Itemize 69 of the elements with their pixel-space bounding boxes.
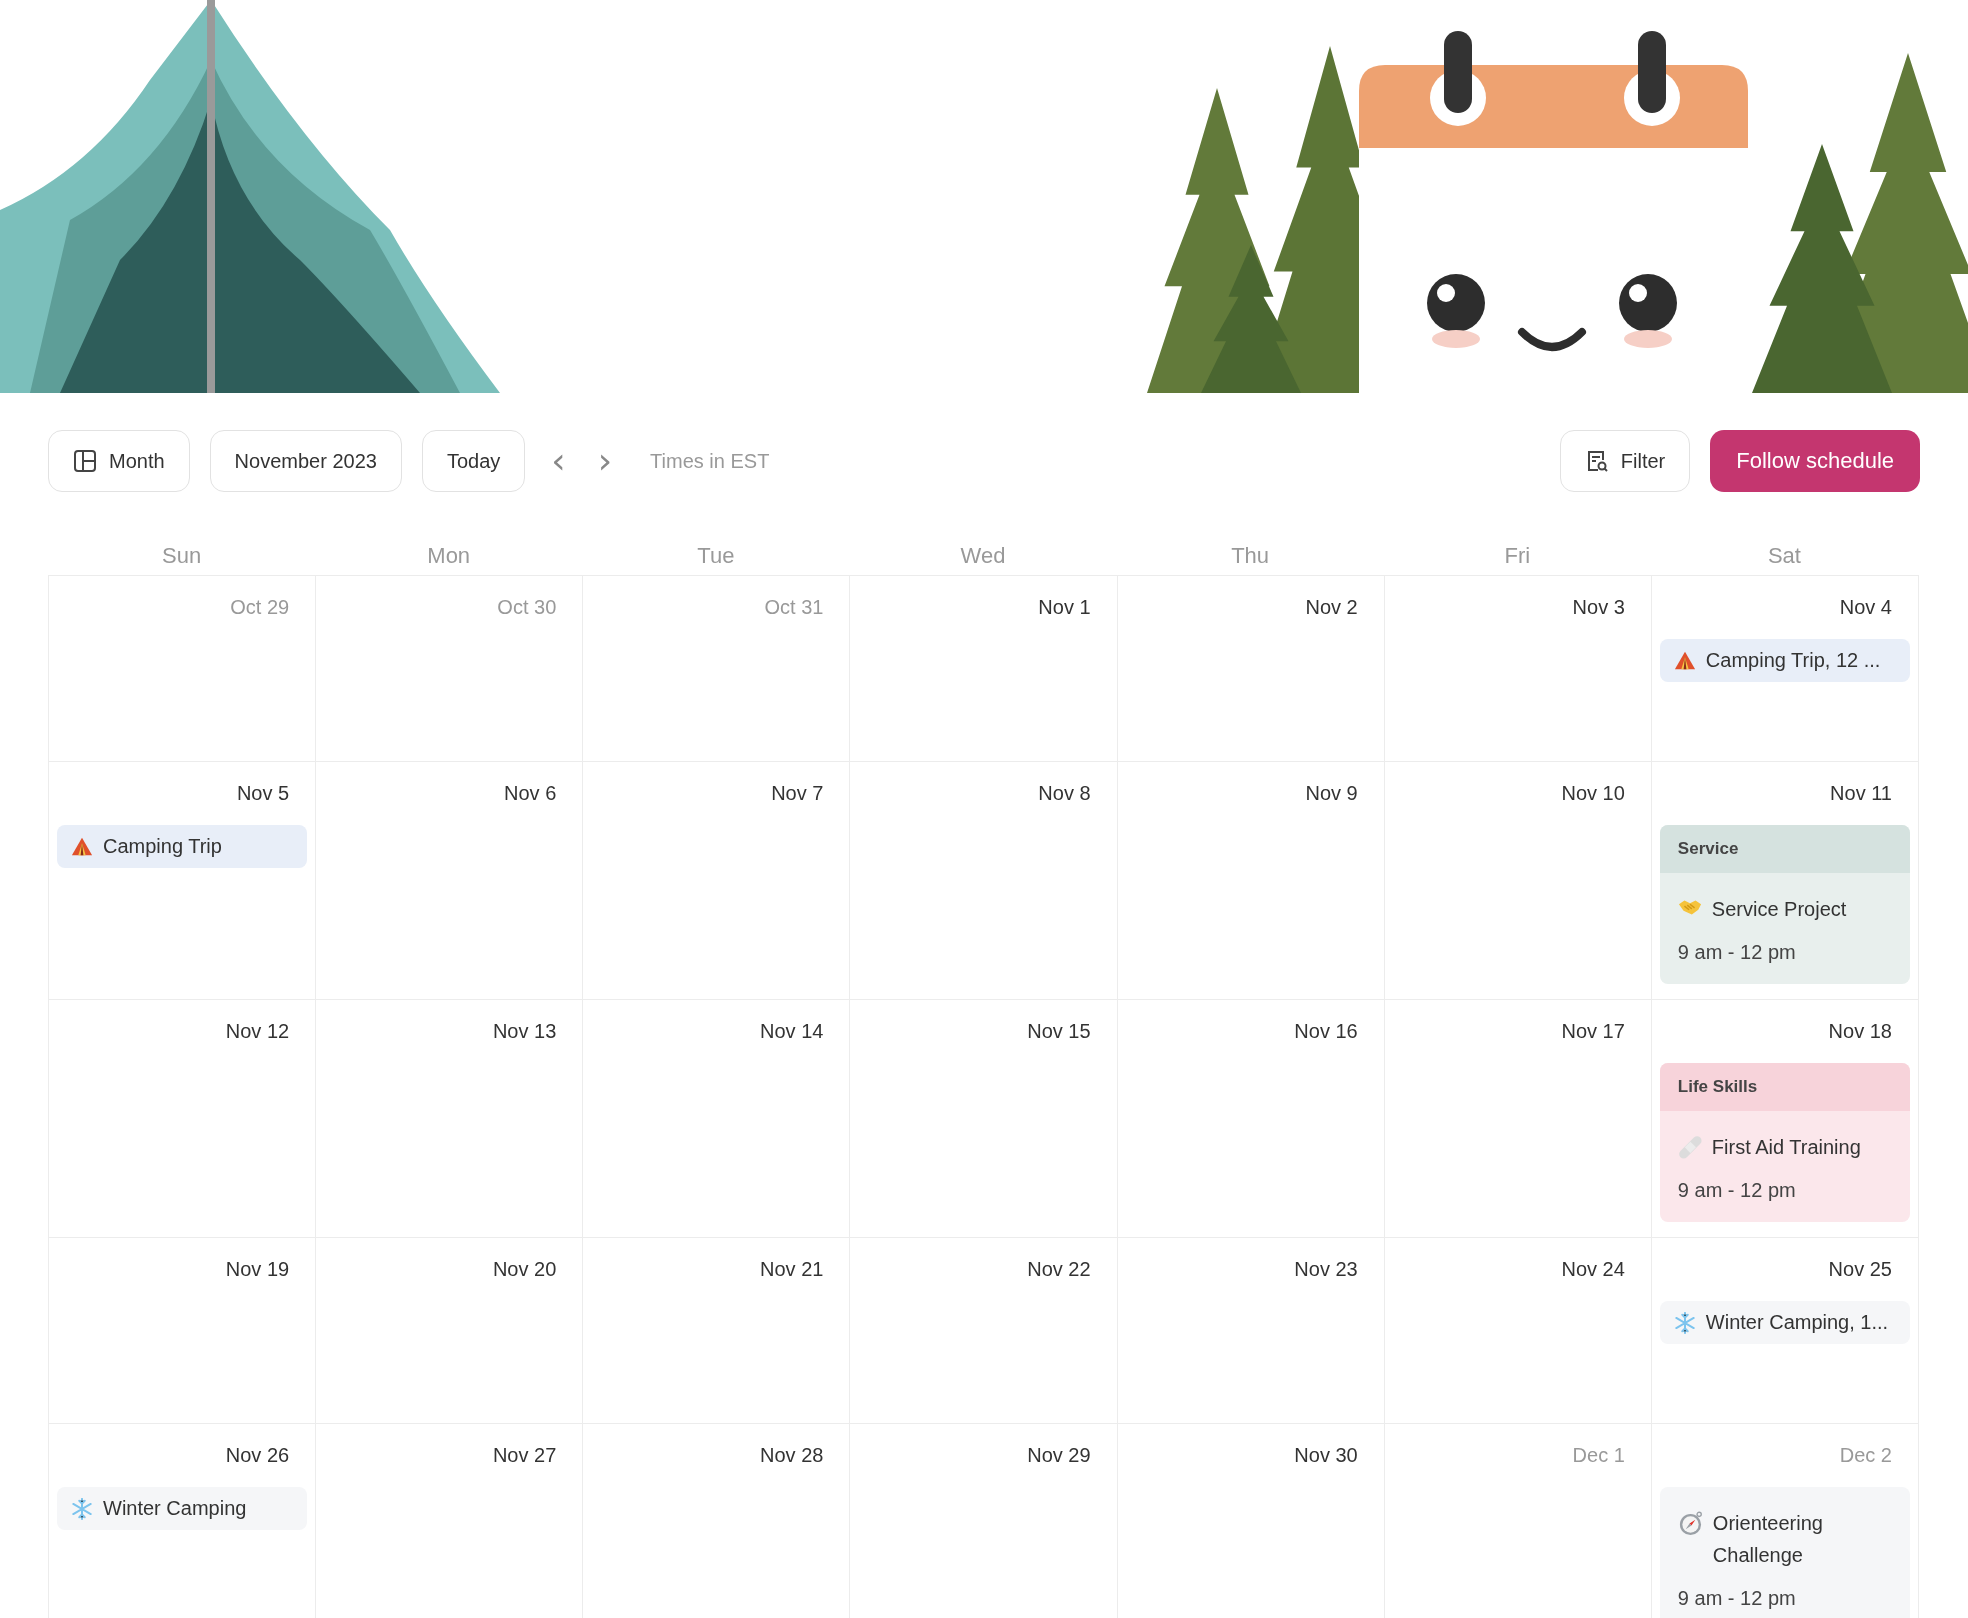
event-card[interactable]: Orienteering Challenge 9 am - 12 pm	[1659, 1487, 1910, 1618]
day-date: Nov 28	[760, 1444, 824, 1467]
day-date: Nov 9	[1305, 782, 1358, 805]
day-date: Nov 4	[1839, 596, 1892, 619]
event-title: Orienteering Challenge	[1712, 1511, 1824, 1568]
day-date: Nov 11	[1830, 782, 1892, 805]
day-date: Nov 21	[760, 1258, 824, 1281]
day-date: Nov 20	[492, 1258, 557, 1281]
compass-icon	[1677, 1511, 1703, 1536]
next-button[interactable]: ›	[591, 443, 619, 479]
day-date: Nov 14	[760, 1020, 824, 1043]
weekday-header: Thu	[1231, 543, 1270, 570]
weekday-header: Fri	[1504, 543, 1531, 570]
day-date: Nov 6	[504, 782, 557, 805]
view-button[interactable]: Month	[48, 430, 190, 492]
day-date: Nov 29	[1027, 1444, 1091, 1467]
follow-button[interactable]: Follow schedule	[1710, 430, 1920, 492]
timezone-label: Times in EST	[650, 449, 770, 473]
day-date: Dec 1	[1572, 1444, 1625, 1467]
day-date: Nov 26	[225, 1444, 290, 1467]
day-date: Nov 5	[236, 782, 290, 805]
day-date: Dec 2	[1839, 1444, 1892, 1467]
day-date: Nov 23	[1294, 1258, 1358, 1281]
day-date: Nov 7	[771, 782, 824, 805]
day-date: Nov 10	[1561, 782, 1625, 805]
event-title: Service Project	[1711, 897, 1847, 922]
day-date: Oct 31	[764, 596, 824, 619]
day-date: Nov 27	[492, 1444, 557, 1467]
event-chip[interactable]: Winter Camping, 1...	[1659, 1301, 1910, 1344]
snowflake-icon	[71, 1497, 93, 1520]
event-time: 9 am - 12 pm	[1677, 1179, 1797, 1202]
day-date: Nov 30	[1294, 1444, 1358, 1467]
day-date: Nov 13	[492, 1020, 557, 1043]
day-date: Nov 8	[1038, 782, 1091, 805]
event-card[interactable]: Life Skills First Aid Training 9 am - 12 pm	[1659, 1063, 1910, 1222]
today-button[interactable]: Today	[421, 430, 526, 492]
day-date: Oct 30	[497, 596, 557, 619]
day-date: Nov 19	[225, 1258, 290, 1281]
day-date: Nov 17	[1561, 1020, 1625, 1043]
event-title: First Aid Training	[1711, 1135, 1861, 1160]
day-date: Oct 29	[230, 596, 290, 619]
day-date: Nov 12	[225, 1020, 290, 1043]
weekday-header: Wed	[960, 543, 1006, 570]
day-date: Nov 16	[1294, 1020, 1358, 1043]
previous-button[interactable]: ‹	[545, 443, 572, 479]
filter-button[interactable]: Filter	[1559, 430, 1691, 492]
day-date: Nov 3	[1572, 596, 1625, 619]
day-date: Nov 24	[1561, 1258, 1625, 1281]
day-date: Nov 22	[1027, 1258, 1091, 1281]
layout-icon	[73, 449, 97, 473]
event-chip[interactable]: Camping Trip	[57, 825, 308, 868]
event-chip[interactable]: Winter Camping	[57, 1487, 308, 1530]
event-time: 9 am - 12 pm	[1677, 941, 1797, 964]
weekday-header: Sun	[162, 543, 202, 570]
weekday-header: Tue	[697, 543, 735, 570]
day-date: Nov 2	[1305, 596, 1358, 619]
event-card[interactable]: Service Service Project 9 am - 12 pm	[1659, 825, 1910, 984]
event-chip[interactable]: Camping Trip, 12 ...	[1659, 639, 1910, 682]
period-button[interactable]: November 2023	[209, 430, 402, 492]
day-date: Nov 1	[1038, 596, 1091, 619]
snowflake-icon	[1673, 1311, 1696, 1334]
weekday-header: Sat	[1767, 543, 1801, 570]
event-time: 9 am - 12 pm	[1677, 1587, 1797, 1610]
day-date: Nov 15	[1027, 1020, 1091, 1043]
event-category: Service	[1659, 825, 1910, 873]
event-category: Life Skills	[1659, 1063, 1910, 1111]
day-date: Nov 18	[1828, 1020, 1892, 1043]
weekday-header: Mon	[427, 543, 471, 570]
day-date: Nov 25	[1828, 1258, 1892, 1281]
